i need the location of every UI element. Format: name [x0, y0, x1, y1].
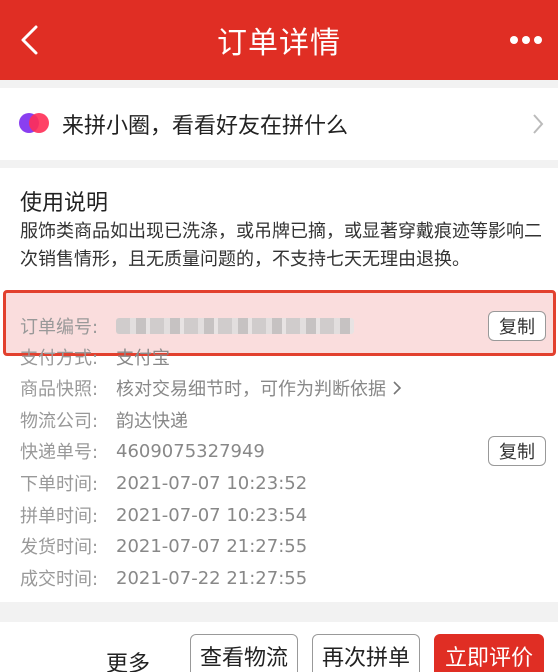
order-number-redacted — [116, 318, 354, 334]
deal-time-row: 成交时间: 2021-07-22 21:27:55 — [20, 562, 307, 594]
usage-instructions: 使用说明 服饰类商品如出现已洗涤，或吊牌已摘，或显著穿戴痕迹等影响二次销售情形，… — [0, 168, 558, 280]
ship-time-row: 发货时间: 2021-07-07 21:27:55 — [20, 530, 307, 562]
logistics-value: 韵达快递 — [116, 411, 188, 432]
deal-time-value: 2021-07-22 21:27:55 — [116, 567, 308, 589]
snapshot-row[interactable]: 商品快照: 核对交易细节时，可作为判断依据 — [20, 372, 402, 404]
circle-logo-icon — [19, 113, 49, 133]
view-logistics-button[interactable]: 查看物流 — [190, 634, 298, 672]
copy-tracking-button[interactable]: 复制 — [488, 436, 546, 466]
instructions-body: 服饰类商品如出现已洗涤，或吊牌已摘，或显著穿戴痕迹等影响二次销售情形，且无质量问… — [20, 221, 542, 270]
chevron-right-icon — [533, 114, 544, 134]
tracking-label: 快递单号: — [20, 442, 99, 463]
logistics-row: 物流公司: 韵达快递 — [20, 404, 188, 436]
order-number-row: 订单编号: — [20, 310, 354, 342]
snapshot-label: 商品快照: — [20, 379, 99, 400]
order-number-label: 订单编号: — [20, 317, 99, 338]
back-icon[interactable] — [10, 20, 50, 60]
order-time-row: 下单时间: 2021-07-07 10:23:52 — [20, 467, 307, 499]
logistics-label: 物流公司: — [20, 411, 99, 432]
bottom-action-bar: 更多 查看物流 再次拼单 立即评价 — [0, 622, 558, 672]
more-button[interactable]: 更多 — [106, 646, 150, 672]
payment-value: 支付宝 — [116, 348, 170, 369]
payment-label: 支付方式: — [20, 348, 99, 369]
review-button[interactable]: 立即评价 — [434, 634, 544, 672]
more-options-icon[interactable] — [506, 28, 546, 52]
page-title: 订单详情 — [217, 26, 341, 61]
snapshot-value: 核对交易细节时，可作为判断依据 — [116, 379, 386, 400]
copy-order-number-button[interactable]: 复制 — [488, 311, 546, 341]
ship-time-label: 发货时间: — [20, 537, 99, 558]
circle-banner[interactable]: 来拼小圈，看看好友在拼什么 — [0, 88, 558, 160]
tracking-value: 4609075327949 — [116, 440, 265, 462]
circle-banner-text: 来拼小圈，看看好友在拼什么 — [62, 114, 349, 139]
order-time-value: 2021-07-07 10:23:52 — [116, 472, 308, 494]
nav-bar: 订单详情 — [0, 0, 558, 80]
instructions-title: 使用说明 — [20, 191, 109, 216]
reorder-button[interactable]: 再次拼单 — [312, 634, 420, 672]
tracking-row: 快递单号: 4609075327949 — [20, 435, 265, 467]
ship-time-value: 2021-07-07 21:27:55 — [116, 535, 308, 557]
deal-time-label: 成交时间: — [20, 569, 99, 590]
chevron-right-icon — [393, 381, 402, 395]
payment-row: 支付方式: 支付宝 — [20, 341, 170, 373]
group-time-label: 拼单时间: — [20, 506, 99, 527]
group-time-row: 拼单时间: 2021-07-07 10:23:54 — [20, 499, 307, 531]
order-time-label: 下单时间: — [20, 474, 99, 495]
group-time-value: 2021-07-07 10:23:54 — [116, 504, 308, 526]
